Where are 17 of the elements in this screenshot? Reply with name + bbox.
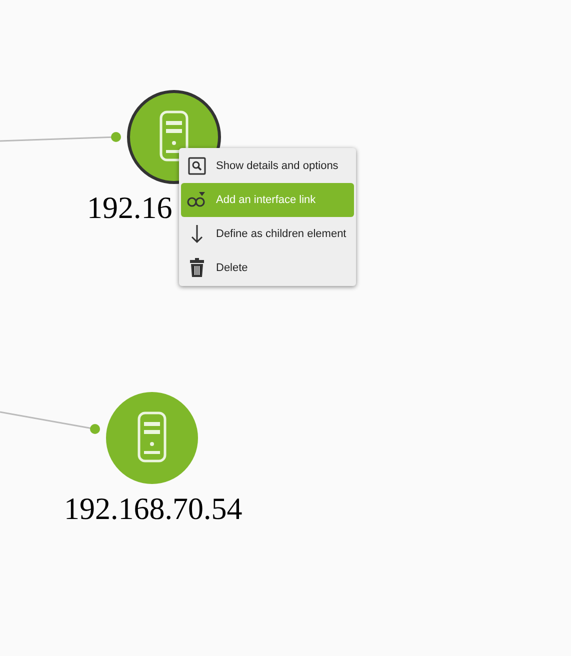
- menu-item-label: Delete: [216, 260, 248, 276]
- menu-item[interactable]: Show details and options: [181, 149, 354, 183]
- menu-item[interactable]: Define as children element: [181, 217, 354, 251]
- trash-icon: [189, 258, 205, 278]
- connector-dot: [90, 424, 100, 434]
- connector-dot: [111, 132, 121, 142]
- node-label: 192.168.70.54: [64, 493, 242, 524]
- menu-item-label: Add an interface link: [216, 192, 316, 208]
- menu-item-label: Show details and options: [216, 158, 338, 174]
- node-label: 192.16: [87, 192, 172, 223]
- link-icon: [187, 192, 207, 208]
- menu-item[interactable]: Delete: [181, 251, 354, 285]
- server-icon: [137, 411, 167, 463]
- magnifier-icon: [188, 157, 206, 175]
- down-arrow-icon: [190, 224, 204, 244]
- server-icon: [159, 110, 189, 162]
- menu-item-label: Define as children element: [216, 226, 346, 242]
